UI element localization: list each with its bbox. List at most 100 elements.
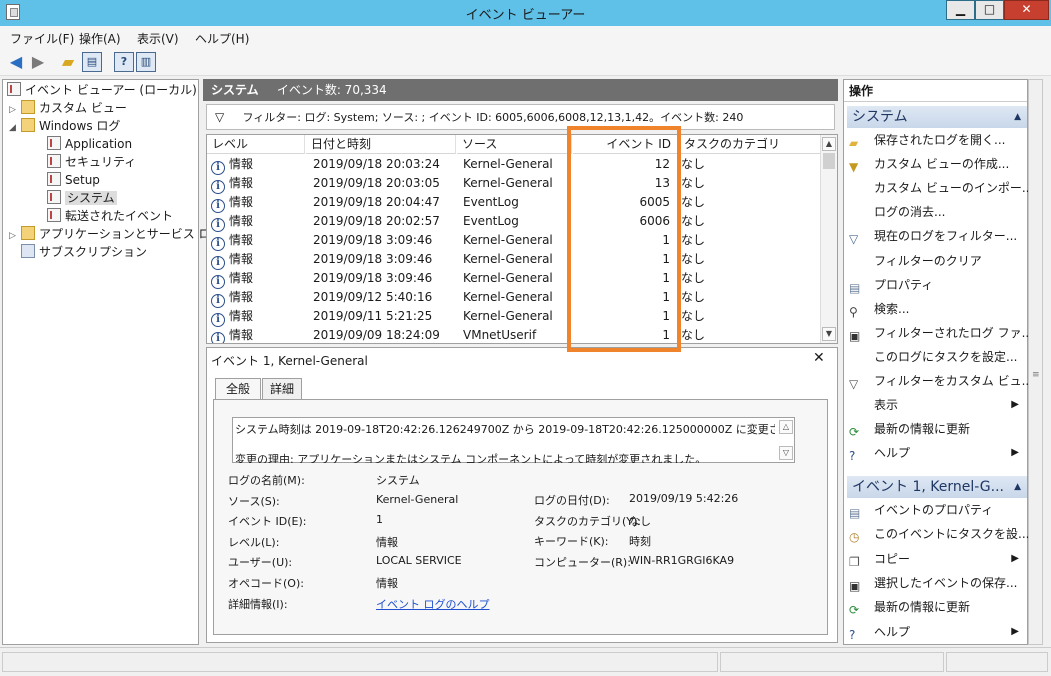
message-scroll-up-icon[interactable]: △ <box>779 420 793 434</box>
filter-create-icon: ▼ <box>849 160 859 175</box>
scroll-down-arrow-icon[interactable]: ▼ <box>822 327 836 341</box>
event-log-help-link[interactable]: イベント ログのヘルプ <box>376 596 490 612</box>
level-text: 情報 <box>229 157 254 171</box>
action-attach-task-to-log[interactable]: このログにタスクを設定... <box>849 346 1023 368</box>
tree-item-system[interactable]: システム <box>47 189 117 207</box>
expand-arrow-icon[interactable]: ▷ <box>9 227 21 245</box>
menu-action[interactable]: 操作(A) <box>79 30 121 47</box>
action-help-submenu[interactable]: ? ヘルプ ▶ <box>849 442 1023 464</box>
back-arrow-icon[interactable]: ◀ <box>6 52 26 72</box>
cell-date: 2019/09/09 18:24:09 <box>313 328 440 342</box>
level-text: 情報 <box>229 195 254 209</box>
tree-item-forwarded-events[interactable]: 転送されたイベント <box>47 207 173 225</box>
action-event-properties[interactable]: ▤ イベントのプロパティ <box>849 499 1023 521</box>
action-label: カスタム ビューの作成... <box>874 157 1010 172</box>
cell-source: Kernel-General <box>463 233 553 247</box>
forward-arrow-icon[interactable]: ▶ <box>28 52 48 72</box>
cell-task-category: なし <box>681 176 706 190</box>
tree-item-custom-views[interactable]: ▷ カスタム ビュー <box>9 99 127 117</box>
event-message-box[interactable]: システム時刻は 2019-09-18T20:42:26.126249700Z か… <box>232 417 795 463</box>
actions-scrollbar[interactable]: ≡ <box>1028 79 1043 645</box>
up-folder-icon[interactable]: ▰ <box>58 52 78 72</box>
tree-item-security[interactable]: セキュリティ <box>47 153 136 171</box>
detail-close-icon[interactable]: ✕ <box>813 350 825 366</box>
menu-view[interactable]: 表示(V) <box>137 30 179 47</box>
cell-task-category: なし <box>681 252 706 266</box>
field-value: 2019/09/19 5:42:26 <box>629 492 739 505</box>
action-label: 表示 <box>874 398 899 413</box>
custom-view-filter-icon: ▽ <box>849 377 859 391</box>
maximize-button[interactable]: □ <box>975 0 1004 20</box>
open-folder-icon: ▰ <box>849 136 859 150</box>
tree-item-setup[interactable]: Setup <box>47 171 100 189</box>
level-text: 情報 <box>229 233 254 247</box>
action-attach-task-to-event[interactable]: ◷ このイベントにタスクを設... <box>849 523 1029 545</box>
action-save-selected-events[interactable]: ▣ 選択したイベントの保存... <box>849 572 1023 594</box>
action-open-saved-log[interactable]: ▰ 保存されたログを開く... <box>849 129 1023 151</box>
tree-item-application[interactable]: Application <box>47 135 132 153</box>
menu-help[interactable]: ヘルプ(H) <box>195 30 249 47</box>
action-help-event[interactable]: ? ヘルプ ▶ <box>849 621 1023 643</box>
close-button[interactable]: ✕ <box>1004 0 1049 20</box>
action-label: 保存されたログを開く... <box>874 133 1006 147</box>
collapse-arrow-icon[interactable]: ◢ <box>9 119 21 137</box>
action-label: 最新の情報に更新 <box>874 600 971 615</box>
tree-item-subscriptions[interactable]: サブスクリプション <box>21 243 147 261</box>
action-properties[interactable]: ▤ プロパティ <box>849 274 1023 296</box>
cell-level: i 情報 <box>211 288 301 308</box>
action-create-custom-view[interactable]: ▼ カスタム ビューの作成... <box>849 153 1023 175</box>
info-icon: i <box>211 332 225 343</box>
field-value: システム <box>376 474 420 487</box>
message-line-1: システム時刻は 2019-09-18T20:42:26.126249700Z か… <box>235 423 775 436</box>
show-hide-action-pane-icon[interactable]: ▥ <box>136 52 156 72</box>
section-collapse-icon[interactable]: ▲ <box>1014 476 1021 498</box>
menu-file[interactable]: ファイル(F) <box>10 30 74 47</box>
tree-item-event-viewer-local[interactable]: イベント ビューアー (ローカル) <box>7 81 197 99</box>
help-icon[interactable]: ? <box>114 52 134 72</box>
info-icon: i <box>211 180 225 194</box>
actions-section-event[interactable]: イベント 1, Kernel-G... ▲ <box>847 476 1027 498</box>
task-clock-icon: ◷ <box>849 530 860 545</box>
action-refresh[interactable]: ⟳ 最新の情報に更新 <box>849 418 1023 440</box>
scroll-grip-icon[interactable]: ≡ <box>1032 370 1040 380</box>
filter-icon: ▽ <box>215 110 225 124</box>
minimize-button[interactable]: ▁ <box>946 0 975 20</box>
info-icon: i <box>211 275 225 289</box>
submenu-arrow-icon: ▶ <box>1011 552 1019 564</box>
column-header-date[interactable]: 日付と時刻 <box>306 135 456 154</box>
action-save-filtered-log[interactable]: ▣ フィルターされたログ ファ... <box>849 322 1033 344</box>
grid-scrollbar[interactable]: ▲ ▼ <box>820 135 837 343</box>
action-save-filter-as-custom-view[interactable]: ▽ フィルターをカスタム ビュ... <box>849 370 1033 392</box>
section-collapse-icon[interactable]: ▲ <box>1014 106 1021 128</box>
cell-level: i 情報 <box>211 231 301 251</box>
action-filter-current-log[interactable]: ▽ 現在のログをフィルター... <box>849 225 1023 247</box>
scroll-up-arrow-icon[interactable]: ▲ <box>822 137 836 151</box>
cell-source: EventLog <box>463 195 519 209</box>
action-import-custom-view[interactable]: カスタム ビューのインポー... <box>849 177 1033 199</box>
scroll-thumb[interactable] <box>823 153 835 169</box>
tree-item-app-service-logs[interactable]: ▷ アプリケーションとサービス ログ <box>9 225 223 243</box>
cell-source: VMnetUserif <box>463 328 537 342</box>
field-label: タスクのカテゴリ(Y): <box>534 514 642 528</box>
message-scroll-down-icon[interactable]: ▽ <box>779 446 793 460</box>
menu-bar: ファイル(F) 操作(A) 表示(V) ヘルプ(H) <box>0 26 1051 48</box>
action-find[interactable]: ⚲ 検索... <box>849 298 1023 320</box>
action-copy[interactable]: ❐ コピー ▶ <box>849 548 1023 570</box>
action-view-submenu[interactable]: 表示 ▶ <box>849 394 1023 416</box>
info-icon: i <box>211 256 225 270</box>
column-header-level[interactable]: レベル <box>207 135 305 154</box>
actions-section-system[interactable]: システム ▲ <box>847 106 1027 128</box>
show-hide-tree-icon[interactable]: ▤ <box>82 52 102 72</box>
tab-general[interactable]: 全般 <box>215 378 261 401</box>
info-icon: i <box>211 313 225 327</box>
info-icon: i <box>211 237 225 251</box>
action-clear-log[interactable]: ログの消去... <box>849 201 1023 223</box>
level-text: 情報 <box>229 290 254 304</box>
action-clear-filter[interactable]: フィルターのクリア <box>849 250 1023 272</box>
log-icon <box>47 208 61 222</box>
column-header-task-category[interactable]: タスクのカテゴリ <box>679 135 822 154</box>
tab-details[interactable]: 詳細 <box>262 378 302 400</box>
tree-item-windows-logs[interactable]: ◢ Windows ログ <box>9 117 120 135</box>
action-refresh-event[interactable]: ⟳ 最新の情報に更新 <box>849 596 1023 618</box>
column-header-source[interactable]: ソース <box>457 135 572 154</box>
